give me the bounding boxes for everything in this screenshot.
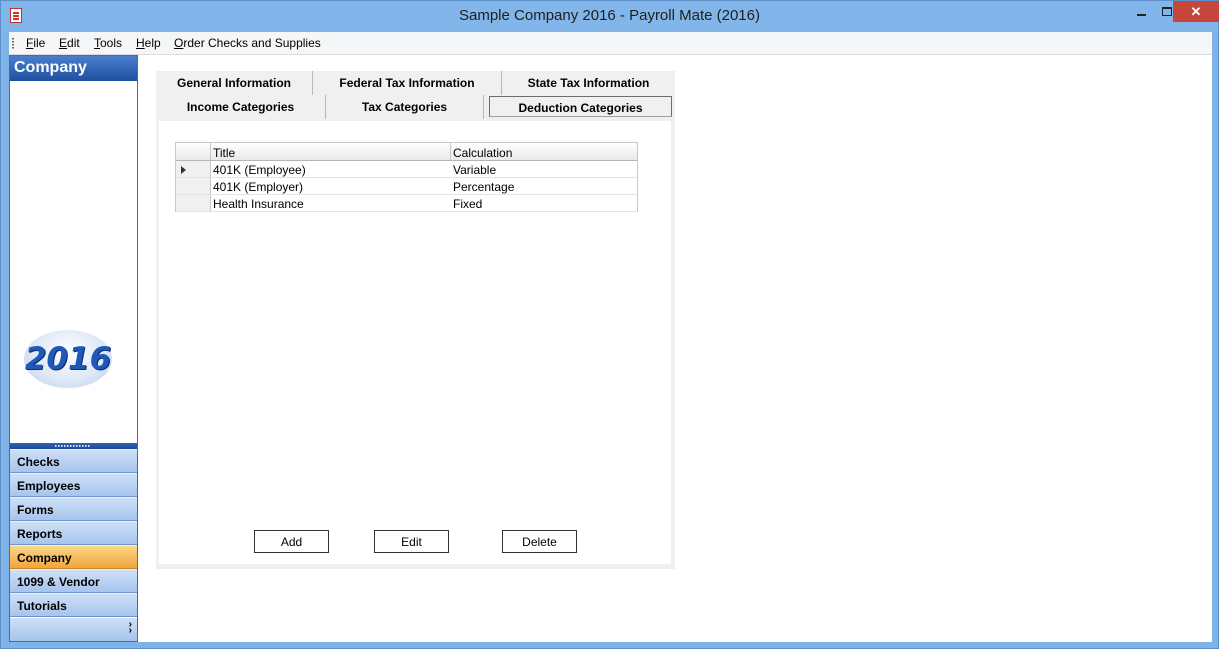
menu-grip-icon[interactable] [12,38,14,49]
minimize-icon [1136,13,1146,16]
sidebar-header: Company [10,56,137,81]
current-row-arrow-icon [181,166,186,174]
grid-header-row: Title Calculation [176,142,637,161]
menu-help-label: elp [144,36,161,50]
menu-file-label: ile [33,36,46,50]
sidebar-item-employees[interactable]: Employees [10,473,137,497]
maximize-icon [1162,7,1172,16]
menu-order-checks[interactable]: Order Checks and Supplies [174,36,321,50]
deduction-categories-page: Title Calculation 401K (Employee) Variab… [159,121,671,564]
deduction-grid: Title Calculation 401K (Employee) Variab… [175,142,638,212]
tab-tax-categories[interactable]: Tax Categories [326,95,484,119]
menu-help-accel: H [136,36,145,50]
row-header-corner[interactable] [176,143,211,160]
row-title[interactable]: Health Insurance [213,197,304,211]
row-title[interactable]: 401K (Employer) [213,180,303,194]
sidebar-item-checks[interactable]: Checks [10,449,137,473]
row-title[interactable]: 401K (Employee) [213,163,306,177]
column-header-title[interactable]: Title [213,146,235,160]
close-icon: ✕ [1190,3,1202,19]
sidebar: Company 2016 Checks Employees Forms Repo… [9,55,138,642]
table-row[interactable]: 401K (Employer) Percentage [176,178,637,195]
tab-general-information[interactable]: General Information [156,71,313,95]
menu-edit[interactable]: Edit [59,36,80,50]
sidebar-item-forms[interactable]: Forms [10,497,137,521]
row-calculation[interactable]: Percentage [453,180,514,194]
double-chevron-down-icon[interactable]: › › [129,620,132,636]
sidebar-item-company[interactable]: Company [10,545,137,569]
tab-state-tax-information[interactable]: State Tax Information [502,71,675,95]
edit-button[interactable]: Edit [374,530,449,553]
menu-file[interactable]: File [26,36,45,50]
menu-bar: File Edit Tools Help Order Checks and Su… [9,32,1212,55]
year-logo-text: 2016 [24,341,112,377]
column-divider[interactable] [450,143,451,160]
client-area: Company 2016 Checks Employees Forms Repo… [9,55,1212,642]
year-logo: 2016 [24,330,112,388]
column-header-calculation[interactable]: Calculation [453,146,512,160]
splitter-grip-icon [55,445,91,447]
sidebar-item-tutorials[interactable]: Tutorials [10,593,137,617]
row-calculation[interactable]: Fixed [453,197,482,211]
window-title: Sample Company 2016 - Payroll Mate (2016… [459,7,760,24]
row-header[interactable] [176,161,211,177]
menu-order-label: rder Checks and Supplies [183,36,321,50]
company-settings-panel: General Information Federal Tax Informat… [156,71,675,569]
table-row[interactable]: 401K (Employee) Variable [176,161,637,178]
title-bar[interactable]: Sample Company 2016 - Payroll Mate (2016… [1,1,1219,32]
row-calculation[interactable]: Variable [453,163,496,177]
add-button[interactable]: Add [254,530,329,553]
table-row[interactable]: Health Insurance Fixed [176,195,637,212]
menu-tools[interactable]: Tools [94,36,122,50]
menu-tools-label: ools [100,36,123,50]
row-header[interactable] [176,178,211,194]
close-button[interactable]: ✕ [1173,1,1219,22]
menu-edit-label: dit [67,36,80,50]
sidebar-footer: › › [10,618,137,641]
tab-federal-tax-information[interactable]: Federal Tax Information [313,71,502,95]
tab-income-categories[interactable]: Income Categories [156,95,326,119]
menu-edit-accel: E [59,36,68,50]
menu-order-accel: O [174,36,184,50]
tab-deduction-categories[interactable]: Deduction Categories [489,96,672,117]
app-window: Sample Company 2016 - Payroll Mate (2016… [0,0,1219,649]
row-header[interactable] [176,195,211,211]
delete-button[interactable]: Delete [502,530,577,553]
minimize-button[interactable] [1128,1,1154,22]
sidebar-item-1099-vendor[interactable]: 1099 & Vendor [10,569,137,593]
sidebar-item-reports[interactable]: Reports [10,521,137,545]
menu-help[interactable]: Help [136,36,161,50]
